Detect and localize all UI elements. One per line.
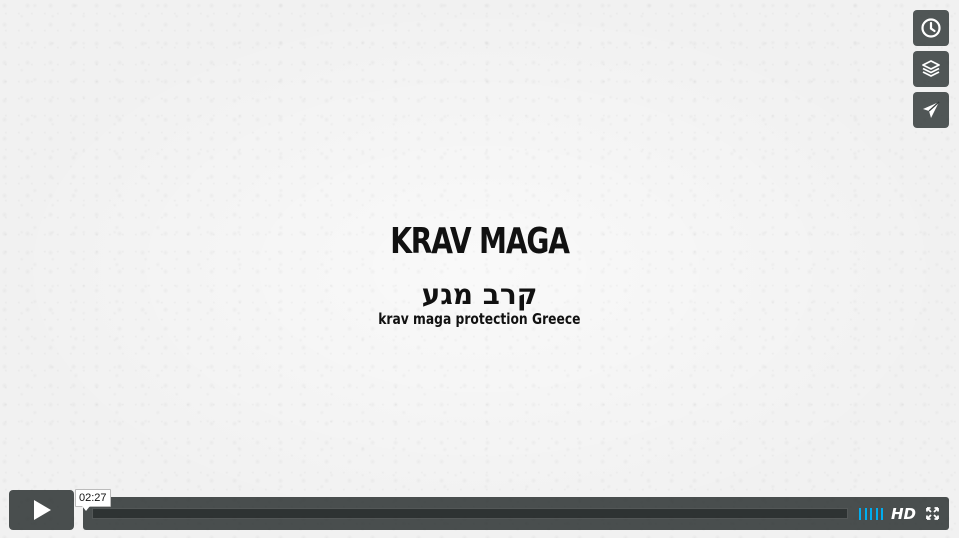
clock-icon — [921, 18, 941, 38]
volume-bar — [864, 508, 867, 520]
video-frame-title: KRAV MAGA קרב מגע krav maga protection G… — [0, 222, 959, 329]
paper-plane-icon — [923, 101, 940, 118]
hd-toggle[interactable]: HD — [891, 504, 916, 524]
watch-later-button[interactable] — [913, 10, 949, 46]
share-button[interactable] — [913, 92, 949, 128]
volume-control[interactable] — [859, 507, 883, 520]
volume-bar — [870, 508, 872, 520]
play-button[interactable] — [9, 490, 74, 530]
play-icon — [33, 500, 51, 520]
control-bar: HD — [83, 497, 949, 530]
collections-button[interactable] — [913, 51, 949, 87]
video-player[interactable]: KRAV MAGA קרב מגע krav maga protection G… — [0, 0, 959, 538]
fullscreen-icon[interactable] — [926, 507, 939, 520]
volume-bar — [859, 508, 861, 520]
volume-bar — [881, 508, 883, 520]
title-hebrew: קרב מגע — [421, 278, 538, 311]
volume-bar — [875, 508, 878, 520]
title-subtitle: krav maga protection Greece — [378, 310, 581, 328]
progress-bar[interactable] — [92, 508, 848, 519]
layers-icon — [922, 60, 940, 77]
side-action-buttons — [913, 10, 949, 133]
title-main: KRAV MAGA — [390, 221, 570, 262]
timecode-tooltip: 02:27 — [75, 489, 111, 511]
